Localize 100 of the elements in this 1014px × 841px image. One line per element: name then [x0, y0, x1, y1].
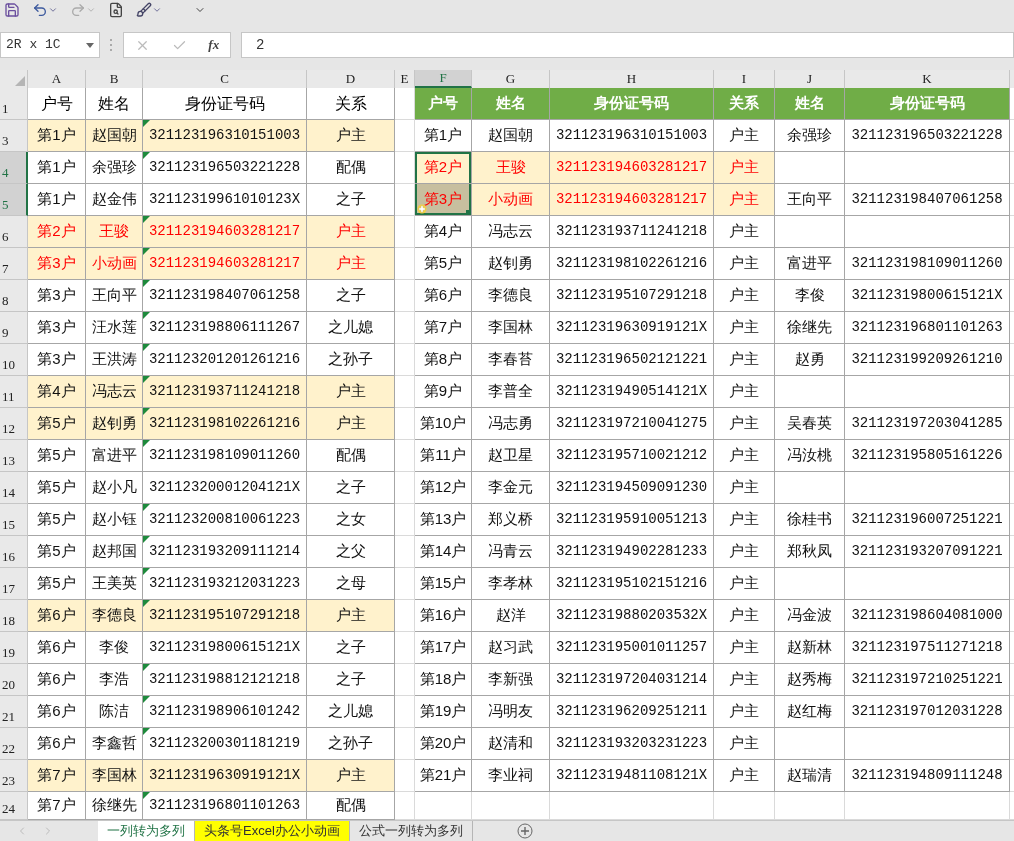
- table-cell: 第7户: [415, 312, 472, 344]
- row-header[interactable]: 8: [0, 280, 28, 312]
- table-cell: 李春苔: [472, 344, 550, 376]
- table-cell: 321123193207091221: [845, 536, 1010, 568]
- table-cell: 32112319880203532X: [550, 600, 714, 632]
- row-header[interactable]: 18: [0, 600, 28, 632]
- row-header[interactable]: 22: [0, 728, 28, 760]
- sheet-tab[interactable]: 公式一列转为多列: [349, 820, 473, 841]
- table-cell: 户主: [714, 696, 775, 728]
- undo-icon[interactable]: [32, 2, 48, 18]
- sheet-tab[interactable]: 一列转为多列: [98, 820, 195, 841]
- table-cell: 李德良: [472, 280, 550, 312]
- fill-handle[interactable]: [466, 210, 471, 215]
- table-cell: 321123193203231223: [550, 728, 714, 760]
- table-cell: 冯汝桃: [775, 440, 845, 472]
- table-cell: 321123194509091230: [550, 472, 714, 504]
- table-cell: 321123198812121218: [143, 664, 307, 696]
- table-cell: 第5户: [28, 408, 86, 440]
- table-cell: 第1户: [28, 184, 86, 216]
- select-all-icon[interactable]: [15, 76, 25, 86]
- caret-icon[interactable]: [86, 42, 94, 48]
- table-cell: 第2户: [28, 216, 86, 248]
- sheet-tab[interactable]: 头条号Excel办公小动画: [195, 820, 350, 841]
- table-cell: 户主: [714, 664, 775, 696]
- column-title: 姓名: [86, 88, 143, 120]
- table-cell: 第4户: [415, 216, 472, 248]
- table-cell: 李鑫哲: [86, 728, 143, 760]
- row-header[interactable]: 10: [0, 344, 28, 376]
- table-cell: 赵国朝: [86, 120, 143, 152]
- table-cell: 32112319800615121X: [845, 280, 1010, 312]
- add-sheet-icon[interactable]: [516, 823, 533, 839]
- name-box[interactable]: 2R x 1C: [0, 32, 100, 58]
- row-header[interactable]: 14: [0, 472, 28, 504]
- brush-icon[interactable]: [136, 2, 152, 18]
- table-cell: 之子: [307, 184, 395, 216]
- row-header[interactable]: 23: [0, 760, 28, 792]
- table-cell: 李普全: [472, 376, 550, 408]
- row-header[interactable]: 9: [0, 312, 28, 344]
- row-header[interactable]: 21: [0, 696, 28, 728]
- table-cell: 赵卫星: [472, 440, 550, 472]
- table-cell: 王洪涛: [86, 344, 143, 376]
- table-cell: 配偶: [307, 152, 395, 184]
- table-cell: 王向平: [775, 184, 845, 216]
- table-cell: 321123196801101263: [143, 792, 307, 820]
- table-cell: 321123195001011257: [550, 632, 714, 664]
- table-cell: 冯志云: [86, 376, 143, 408]
- table-cell: 32112319490514121X: [550, 376, 714, 408]
- row-header[interactable]: 20: [0, 664, 28, 696]
- table-cell: 吴春英: [775, 408, 845, 440]
- table-cell: 321123196503221228: [845, 120, 1010, 152]
- column-header[interactable]: F: [415, 70, 472, 88]
- row-header[interactable]: 12: [0, 408, 28, 440]
- row-header[interactable]: 24: [0, 792, 28, 820]
- row-header[interactable]: 13: [0, 440, 28, 472]
- column-title: 身份证号码: [143, 88, 307, 120]
- table-cell: 户主: [307, 600, 395, 632]
- table-cell: 小动画: [86, 248, 143, 280]
- save-icon[interactable]: [4, 2, 20, 18]
- column-title: 户号: [415, 88, 472, 120]
- table-cell: 户主: [714, 312, 775, 344]
- row-header[interactable]: 3: [0, 120, 28, 152]
- print-preview-icon[interactable]: [108, 2, 124, 18]
- table-cell: 32112319961010123X: [143, 184, 307, 216]
- row-header[interactable]: 4: [0, 152, 28, 184]
- table-cell: 321123196209251211: [550, 696, 714, 728]
- row-header[interactable]: 17: [0, 568, 28, 600]
- table-cell: 第3户: [28, 344, 86, 376]
- caret-icon[interactable]: [152, 5, 162, 15]
- insert-function-button[interactable]: fx: [208, 35, 220, 55]
- table-cell: 富进平: [86, 440, 143, 472]
- table-cell: 余强珍: [86, 152, 143, 184]
- row-header[interactable]: 15: [0, 504, 28, 536]
- table-cell: 321123196503221228: [143, 152, 307, 184]
- table-cell: 第14户: [415, 536, 472, 568]
- row-header[interactable]: 6: [0, 216, 28, 248]
- table-cell: 32112320001204121X: [143, 472, 307, 504]
- table-cell: 321123196502121221: [550, 344, 714, 376]
- table-cell: 321123194603281217: [143, 216, 307, 248]
- table-cell: 321123193212031223: [143, 568, 307, 600]
- formula-input[interactable]: 2: [241, 32, 1014, 58]
- row-header[interactable]: 5: [0, 184, 28, 216]
- row-header[interactable]: 19: [0, 632, 28, 664]
- table-cell: 李德良: [86, 600, 143, 632]
- table-cell: 321123196007251221: [845, 504, 1010, 536]
- row-header[interactable]: 11: [0, 376, 28, 408]
- caret-icon[interactable]: [48, 5, 58, 15]
- redo-icon[interactable]: [70, 2, 86, 18]
- table-cell: 之儿媳: [307, 312, 395, 344]
- row-header[interactable]: 16: [0, 536, 28, 568]
- table-cell: 王骏: [472, 152, 550, 184]
- table-cell: 户主: [307, 760, 395, 792]
- table-cell: 321123198806111267: [143, 312, 307, 344]
- table-cell: 32112319630919121X: [143, 760, 307, 792]
- table-cell: 余强珍: [775, 120, 845, 152]
- row-header[interactable]: 7: [0, 248, 28, 280]
- table-cell: 户主: [307, 376, 395, 408]
- table-cell: 32112319630919121X: [550, 312, 714, 344]
- table-cell: 之子: [307, 664, 395, 696]
- row-header[interactable]: 1: [0, 88, 28, 120]
- table-cell: 李孝林: [472, 568, 550, 600]
